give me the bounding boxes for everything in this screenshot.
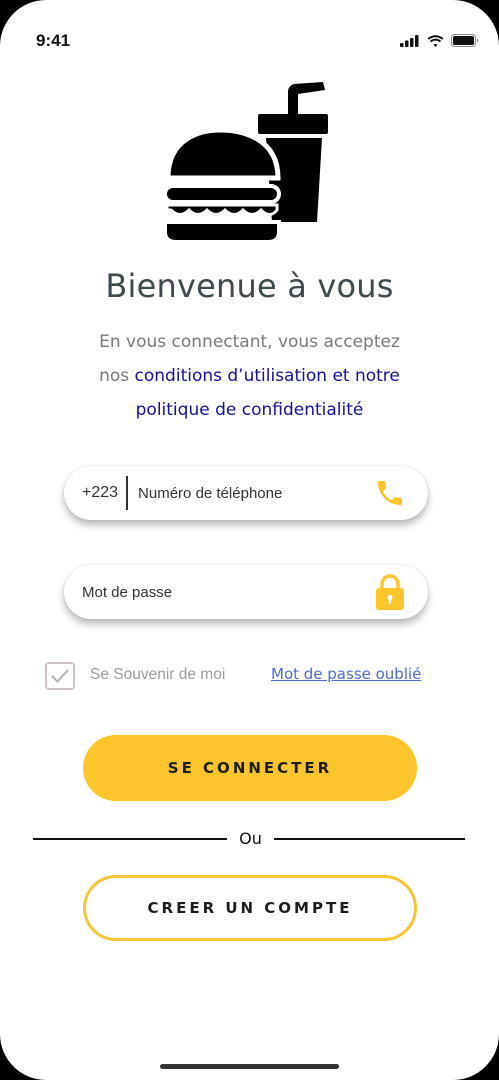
terms-text-line1: En vous connectant, vous acceptez: [99, 332, 400, 352]
terms-text-line2: nos conditions d’utilisation et notre: [0, 359, 499, 393]
signal-icon: [400, 34, 419, 47]
country-code[interactable]: +223: [64, 484, 126, 502]
or-separator: Ou: [33, 826, 465, 852]
phone-icon: [366, 466, 414, 520]
separator-line-right: [274, 838, 465, 840]
battery-icon: [451, 34, 479, 47]
screen: 9:41 Bienvenue à vous En vous connectant…: [0, 0, 499, 1080]
checkmark-icon: [51, 669, 69, 683]
wifi-icon: [427, 34, 444, 47]
privacy-link[interactable]: politique de confidentialité: [136, 400, 364, 420]
password-input[interactable]: [64, 565, 366, 619]
home-indicator[interactable]: [160, 1064, 339, 1069]
lock-icon: [366, 565, 414, 619]
phone-input[interactable]: [128, 466, 366, 520]
terms-text-line3: politique de confidentialité: [0, 393, 499, 427]
create-account-button[interactable]: CREER UN COMPTE: [83, 875, 417, 941]
login-button[interactable]: SE CONNECTER: [83, 735, 417, 801]
forgot-password-link[interactable]: Mot de passe oublié: [271, 665, 421, 683]
password-field: [64, 565, 428, 619]
burger-drink-icon: [163, 82, 328, 244]
status-icons: [400, 34, 479, 47]
or-label: Ou: [239, 829, 262, 848]
terms-link[interactable]: conditions d’utilisation et notre: [135, 366, 400, 386]
phone-field: +223: [64, 466, 428, 520]
page-title: Bienvenue à vous: [105, 267, 394, 305]
remember-label: Se Souvenir de moi: [90, 666, 226, 683]
terms-prefix: nos: [99, 366, 135, 386]
separator-line-left: [33, 838, 227, 840]
remember-checkbox[interactable]: [45, 662, 75, 690]
status-time: 9:41: [36, 31, 71, 50]
